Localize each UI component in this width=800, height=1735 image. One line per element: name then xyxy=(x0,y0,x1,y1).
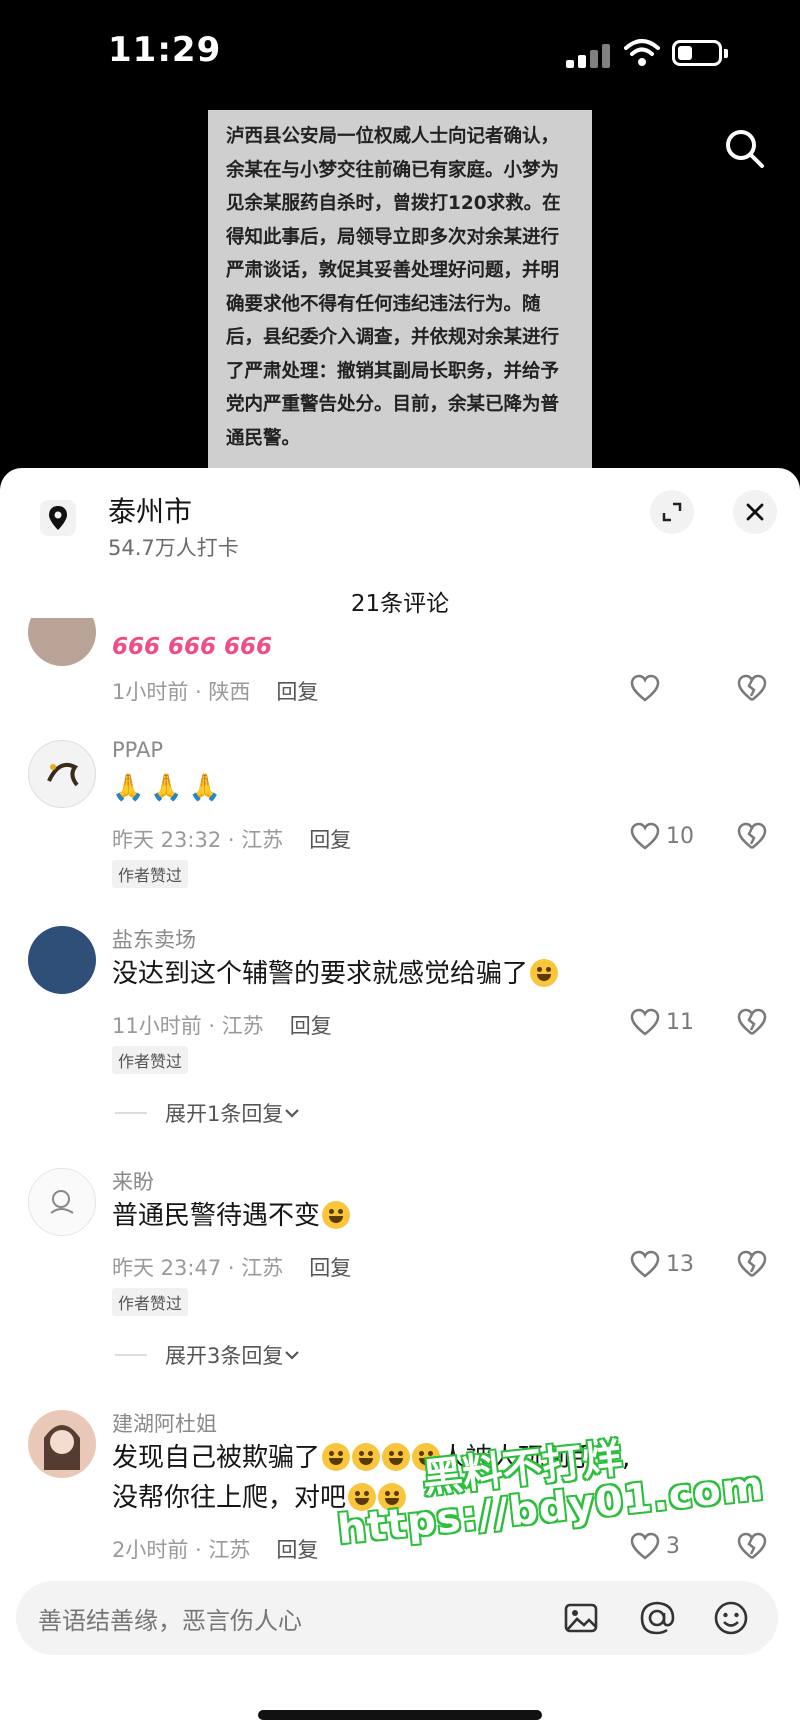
battery-icon xyxy=(672,40,728,66)
pray-emoji-icon: 🙏 xyxy=(150,773,183,803)
heart-icon xyxy=(630,674,660,702)
comment-item: PPAP 🙏 🙏 🙏 昨天 23:32 · 江苏 回复 作者赞过 10 xyxy=(0,738,800,908)
heart-icon xyxy=(630,1008,660,1036)
news-text-card: 泸西县公安局一位权威人士向记者确认，余某在与小梦交往前确已有家庭。小梦为见余某服… xyxy=(208,110,592,480)
grin-emoji-icon xyxy=(322,1201,351,1229)
pray-emoji-icon: 🙏 xyxy=(112,773,145,803)
expand-replies-button[interactable]: 展开1条回复 xyxy=(115,1098,301,1128)
cellular-signal-icon xyxy=(566,42,610,68)
expand-replies-button[interactable]: 展开3条回复 xyxy=(115,1340,301,1370)
comment-input-placeholder: 善语结善缘，恶言伤人心 xyxy=(38,1607,302,1635)
expand-button[interactable] xyxy=(650,490,694,534)
like-count: 10 xyxy=(666,823,694,849)
author-liked-badge: 作者赞过 xyxy=(112,860,189,888)
reply-button[interactable]: 回复 xyxy=(276,680,318,704)
comment-meta: 11小时前 · 江苏 回复 xyxy=(112,1010,332,1040)
expand-icon xyxy=(662,502,682,522)
reply-button[interactable]: 回复 xyxy=(290,1014,332,1038)
avatar[interactable] xyxy=(28,926,96,994)
comment-username[interactable]: 盐东卖场 xyxy=(112,924,196,954)
broken-heart-icon[interactable] xyxy=(737,1008,767,1036)
like-button[interactable]: 13 xyxy=(630,1250,694,1278)
news-text: 泸西县公安局一位权威人士向记者确认，余某在与小梦交往前确已有家庭。小梦为见余某服… xyxy=(226,126,561,449)
comment-time: 1小时前 · 陕西 xyxy=(112,680,251,704)
comment-meta: 昨天 23:47 · 江苏 回复 xyxy=(112,1252,351,1282)
location-pin-icon xyxy=(40,500,76,536)
like-button[interactable] xyxy=(630,674,660,702)
like-count: 13 xyxy=(666,1251,694,1277)
wifi-icon xyxy=(624,39,660,66)
close-icon xyxy=(746,503,764,521)
comment-time: 昨天 23:47 · 江苏 xyxy=(112,1256,284,1280)
comment-meta: 1小时前 · 陕西 回复 xyxy=(112,676,318,706)
comment-username[interactable]: 建湖阿杜姐 xyxy=(112,1408,217,1438)
comment-item: 666 666 666 1小时前 · 陕西 回复 xyxy=(0,618,800,718)
comment-meta: 昨天 23:32 · 江苏 回复 xyxy=(112,824,351,854)
sticker-666: 666 666 666 xyxy=(112,634,273,660)
comment-username[interactable]: PPAP xyxy=(112,738,163,762)
comment-time: 昨天 23:32 · 江苏 xyxy=(112,828,284,852)
comment-content: 没达到这个辅警的要求就感觉给骗了 xyxy=(112,954,559,994)
close-button[interactable] xyxy=(733,490,777,534)
avatar[interactable] xyxy=(28,740,96,808)
avatar[interactable] xyxy=(28,1410,96,1478)
comment-time: 2小时前 · 江苏 xyxy=(112,1538,251,1562)
status-time: 11:29 xyxy=(108,30,222,70)
like-count: 11 xyxy=(666,1009,694,1035)
reply-button[interactable]: 回复 xyxy=(276,1538,318,1562)
heart-icon xyxy=(630,822,660,850)
chevron-down-icon xyxy=(285,1109,300,1118)
comment-username[interactable]: 来盼 xyxy=(112,1166,154,1196)
comment-count: 21条评论 xyxy=(350,591,450,617)
search-icon[interactable] xyxy=(722,126,766,170)
heart-icon xyxy=(630,1250,660,1278)
comment-meta: 2小时前 · 江苏 回复 xyxy=(112,1534,318,1564)
like-button[interactable]: 10 xyxy=(630,822,694,850)
author-liked-badge: 作者赞过 xyxy=(112,1046,189,1074)
reply-button[interactable]: 回复 xyxy=(309,828,351,852)
video-area[interactable]: 泸西县公安局一位权威人士向记者确认，余某在与小梦交往前确已有家庭。小梦为见余某服… xyxy=(0,100,800,480)
broken-heart-icon[interactable] xyxy=(737,1250,767,1278)
author-liked-badge: 作者赞过 xyxy=(112,1288,189,1316)
comment-input[interactable]: 善语结善缘，恶言伤人心 xyxy=(16,1581,778,1655)
image-icon[interactable] xyxy=(562,1599,600,1637)
avatar[interactable] xyxy=(28,1168,96,1236)
status-bar: 11:29 xyxy=(0,0,800,100)
reply-button[interactable]: 回复 xyxy=(309,1256,351,1280)
chevron-down-icon xyxy=(285,1351,300,1360)
comment-time: 11小时前 · 江苏 xyxy=(112,1014,264,1038)
comment-content: 666 666 666 xyxy=(112,626,280,667)
home-indicator[interactable] xyxy=(258,1710,542,1720)
location-checkins: 54.7万人打卡 xyxy=(108,536,239,560)
broken-heart-icon[interactable] xyxy=(737,674,767,702)
comment-content: 普通民警待遇不变 xyxy=(112,1196,351,1236)
avatar[interactable] xyxy=(28,618,96,666)
comment-item: 盐东卖场 没达到这个辅警的要求就感觉给骗了 11小时前 · 江苏 回复 作者赞过 … xyxy=(0,924,800,1164)
pray-emoji-icon: 🙏 xyxy=(188,773,222,803)
laughing-emoji-icon xyxy=(530,959,559,987)
broken-heart-icon[interactable] xyxy=(737,822,767,850)
comment-item: 来盼 普通民警待遇不变 昨天 23:47 · 江苏 回复 作者赞过 13 展开3条… xyxy=(0,1166,800,1406)
mention-icon[interactable] xyxy=(638,1599,676,1637)
emoji-icon[interactable] xyxy=(712,1599,750,1637)
location-title[interactable]: 泰州市 xyxy=(108,490,192,530)
comment-content: 🙏 🙏 🙏 xyxy=(112,768,227,808)
like-button[interactable]: 11 xyxy=(630,1008,694,1036)
